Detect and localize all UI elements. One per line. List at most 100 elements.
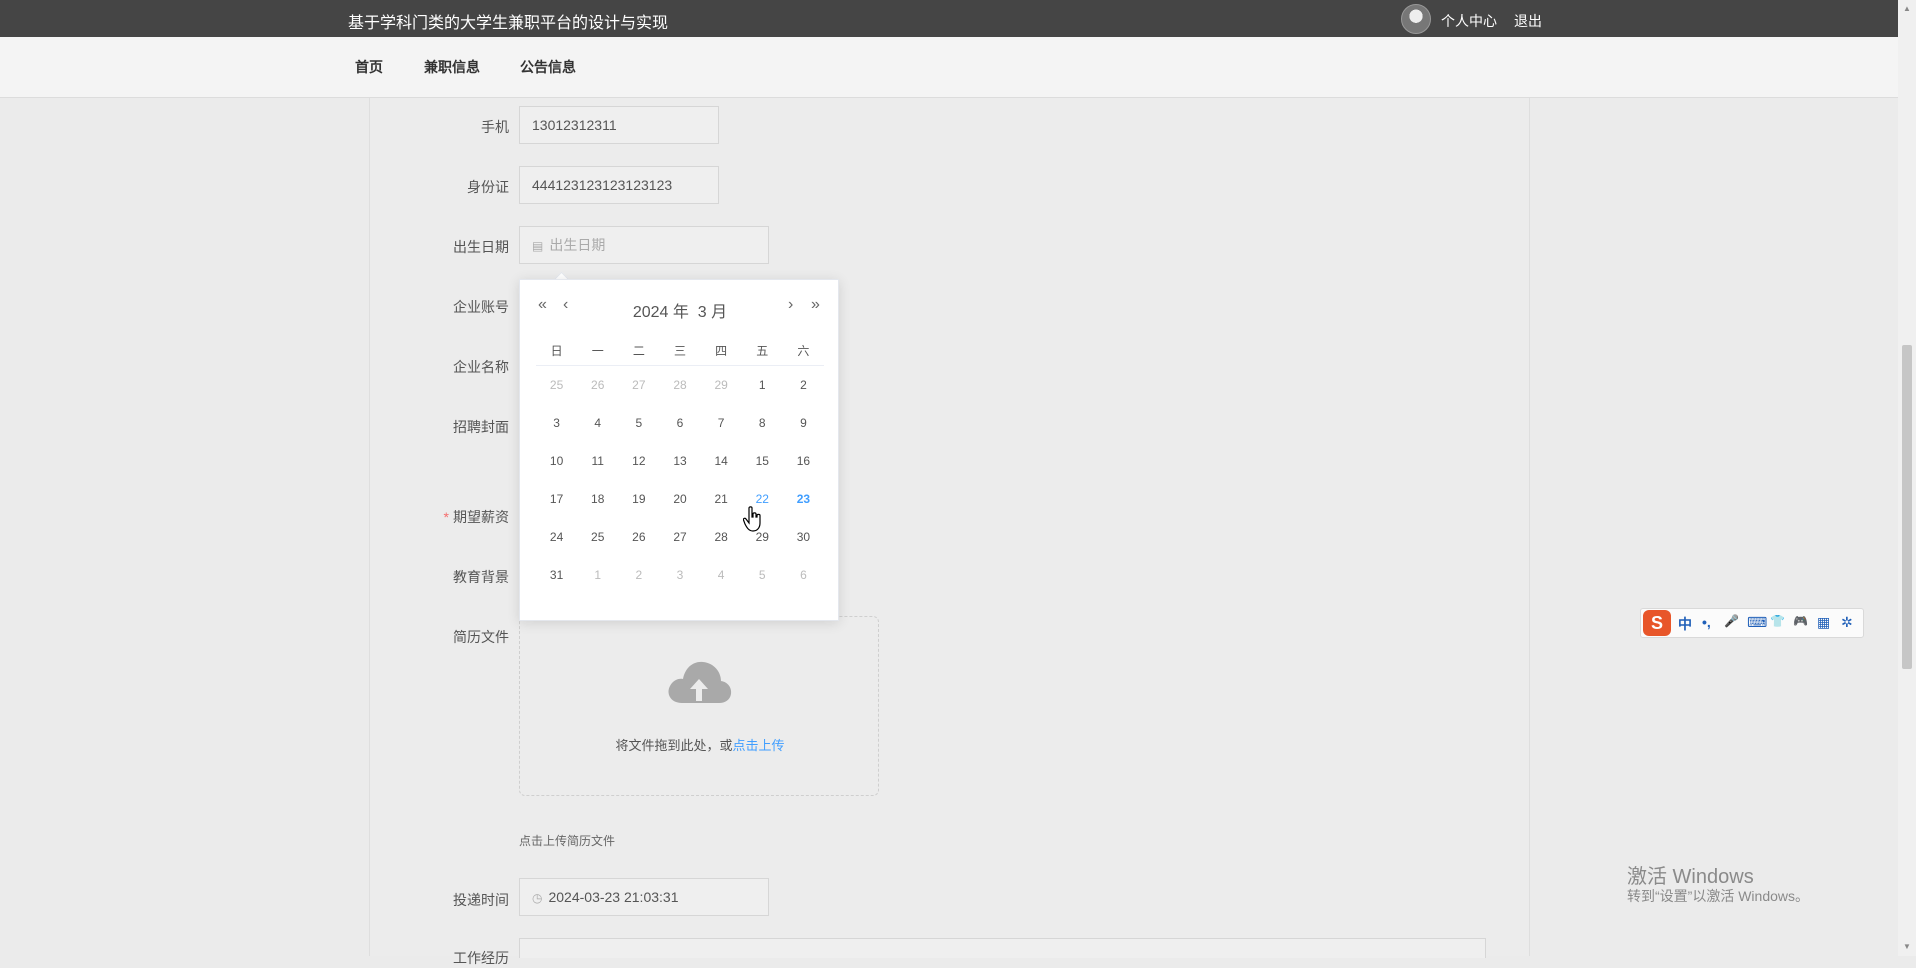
page-scrollbar[interactable]: ▲ ▼ (1898, 0, 1916, 956)
week-row: 31 1 2 3 4 5 6 (536, 556, 824, 594)
phone-input[interactable]: 13012312311 (519, 106, 719, 144)
nav-jobs[interactable]: 兼职信息 (424, 57, 480, 77)
date-cell[interactable]: 27 (659, 518, 700, 556)
date-cell[interactable]: 1 (577, 556, 618, 594)
date-cell[interactable]: 13 (659, 442, 700, 480)
id-card-input[interactable]: 444123123123123123 (519, 166, 719, 204)
date-cell[interactable]: 26 (618, 518, 659, 556)
date-cell[interactable]: 17 (536, 480, 577, 518)
logout-link[interactable]: 退出 (1514, 11, 1542, 31)
next-year-button[interactable]: » (811, 296, 820, 314)
date-cell[interactable]: 4 (701, 556, 742, 594)
week-row: 17 18 19 20 21 22 23 (536, 480, 824, 518)
date-grid: 25 26 27 28 29 1 2 3 4 5 6 7 8 9 10 11 12 13 14 15 16 17 18 19 2… (536, 366, 824, 595)
hand-cursor-icon (743, 506, 761, 532)
date-cell[interactable]: 30 (783, 518, 824, 556)
date-cell[interactable]: 11 (577, 442, 618, 480)
submit-time-input[interactable]: ◷ 2024-03-23 21:03:31 (519, 878, 769, 916)
date-cell[interactable]: 3 (536, 404, 577, 442)
birth-date-label: 出生日期 (453, 239, 509, 255)
date-cell-today[interactable]: 23 (783, 480, 824, 518)
work-experience-textarea[interactable] (519, 938, 1486, 958)
nav-home[interactable]: 首页 (355, 57, 383, 77)
month-label[interactable]: 3 月 (698, 304, 727, 321)
week-row: 25 26 27 28 29 1 2 (536, 366, 824, 405)
sogou-logo-icon[interactable]: S (1643, 610, 1671, 636)
windows-activation-subtitle: 转到“设置”以激活 Windows。 (1627, 888, 1810, 904)
next-month-button[interactable]: › (788, 296, 793, 314)
required-mark: * (443, 509, 449, 525)
resume-upload-dropzone[interactable]: 将文件拖到此处，或点击上传 (519, 616, 879, 796)
ime-microphone-icon[interactable]: 🎤 (1724, 614, 1739, 628)
date-cell[interactable]: 25 (536, 366, 577, 405)
date-cell[interactable]: 1 (742, 366, 783, 405)
expected-salary-text: 期望薪资 (453, 509, 509, 525)
date-cell[interactable]: 12 (618, 442, 659, 480)
company-account-label: 企业账号 (453, 299, 509, 315)
birth-date-placeholder: 出生日期 (549, 237, 606, 253)
date-cell[interactable]: 7 (701, 404, 742, 442)
company-name-label: 企业名称 (453, 359, 509, 375)
date-cell[interactable]: 5 (618, 404, 659, 442)
date-cell[interactable]: 6 (783, 556, 824, 594)
year-label[interactable]: 2024 年 (633, 304, 689, 321)
date-cell[interactable]: 20 (659, 480, 700, 518)
ime-punctuation-icon[interactable]: •, (1702, 614, 1711, 630)
date-cell[interactable]: 27 (618, 366, 659, 405)
date-cell[interactable]: 15 (742, 442, 783, 480)
date-cell[interactable]: 24 (536, 518, 577, 556)
prev-year-button[interactable]: « (538, 296, 547, 314)
birth-date-input[interactable]: ▤ 出生日期 (519, 226, 769, 264)
week-row: 24 25 26 27 28 29 30 (536, 518, 824, 556)
date-cell[interactable]: 3 (659, 556, 700, 594)
week-row: 3456789 (536, 404, 824, 442)
date-cell[interactable]: 6 (659, 404, 700, 442)
date-cell[interactable]: 28 (659, 366, 700, 405)
date-cell[interactable]: 8 (742, 404, 783, 442)
date-cell[interactable]: 26 (577, 366, 618, 405)
ime-toolbox-icon[interactable]: ▦ (1817, 614, 1830, 631)
date-cell[interactable]: 21 (701, 480, 742, 518)
ime-toolbar: S 中 •, 🎤 ⌨ 👕 🎮 ▦ ✲ (1640, 608, 1864, 638)
date-cell[interactable]: 16 (783, 442, 824, 480)
main-nav: 首页 兼职信息 公告信息 (0, 37, 1898, 98)
date-cell[interactable]: 25 (577, 518, 618, 556)
date-cell[interactable]: 19 (618, 480, 659, 518)
date-cell[interactable]: 18 (577, 480, 618, 518)
scroll-up-arrow-icon[interactable]: ▲ (1903, 4, 1911, 13)
ime-keyboard-icon[interactable]: ⌨ (1747, 614, 1767, 631)
upload-click-link[interactable]: 点击上传 (733, 738, 785, 753)
user-avatar[interactable] (1401, 4, 1431, 34)
phone-label: 手机 (481, 119, 509, 135)
id-card-label: 身份证 (467, 179, 509, 195)
nav-notices[interactable]: 公告信息 (520, 57, 576, 77)
clock-icon: ◷ (532, 891, 543, 905)
date-cell[interactable]: 2 (783, 366, 824, 405)
weekday-header: 日 (536, 335, 578, 366)
prev-month-button[interactable]: ‹ (563, 296, 568, 314)
weekday-header: 三 (659, 335, 701, 366)
date-cell[interactable]: 31 (536, 556, 577, 594)
date-cell[interactable]: 2 (618, 556, 659, 594)
cloud-upload-icon (668, 661, 732, 703)
ime-skin-icon[interactable]: 👕 (1770, 614, 1785, 628)
personal-center-link[interactable]: 个人中心 (1441, 11, 1497, 31)
date-cell[interactable]: 4 (577, 404, 618, 442)
ime-game-icon[interactable]: 🎮 (1793, 614, 1808, 628)
ime-chinese-toggle[interactable]: 中 (1678, 614, 1692, 634)
top-bar: 基于学科门类的大学生兼职平台的设计与实现 个人中心 退出 (0, 0, 1898, 37)
weekday-header: 四 (700, 335, 742, 366)
upload-text: 将文件拖到此处，或 (615, 738, 733, 753)
week-row: 10 11 12 13 14 15 16 (536, 442, 824, 480)
date-cell[interactable]: 29 (701, 366, 742, 405)
submit-time-label: 投递时间 (453, 892, 509, 908)
date-cell[interactable]: 5 (742, 556, 783, 594)
date-cell[interactable]: 9 (783, 404, 824, 442)
date-cell[interactable]: 14 (701, 442, 742, 480)
scroll-thumb[interactable] (1902, 345, 1912, 669)
scroll-down-arrow-icon[interactable]: ▼ (1903, 942, 1911, 951)
date-cell[interactable]: 10 (536, 442, 577, 480)
ime-settings-icon[interactable]: ✲ (1841, 614, 1853, 631)
weekday-header: 五 (741, 335, 783, 366)
date-cell[interactable]: 28 (701, 518, 742, 556)
